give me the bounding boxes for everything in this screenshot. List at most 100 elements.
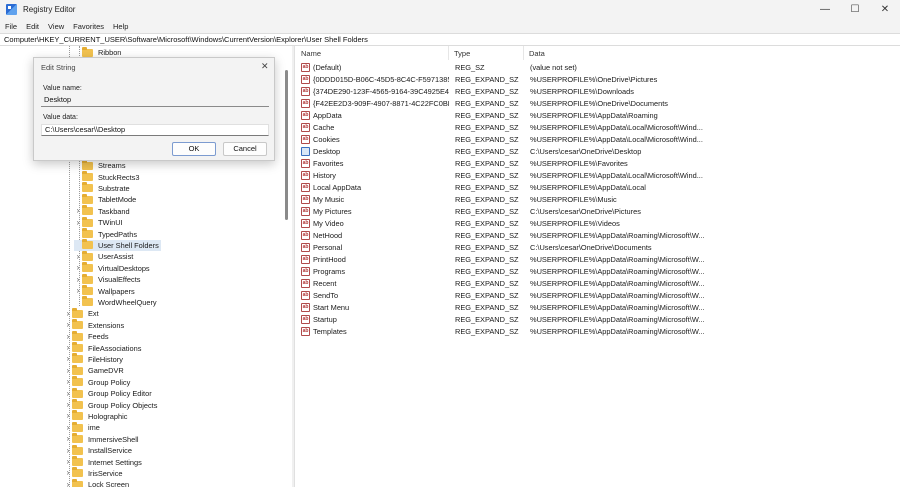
column-type-header[interactable]: Type	[449, 46, 524, 60]
tree-item[interactable]: › TWinUI	[74, 216, 125, 228]
chevron-right-icon[interactable]: ›	[64, 378, 72, 386]
value-row[interactable]: Startup REG_EXPAND_SZ %USERPROFILE%\AppDat…	[296, 313, 900, 325]
menu-view[interactable]: View	[48, 22, 64, 31]
value-row[interactable]: {374DE290-123F-4565-9164-39C4925E46... RE…	[296, 85, 900, 97]
value-row[interactable]: Favorites REG_EXPAND_SZ %USERPROFILE%\Favo…	[296, 157, 900, 169]
tree-item[interactable]: › Ext	[64, 307, 101, 319]
chevron-right-icon[interactable]: ›	[74, 218, 82, 227]
values-list[interactable]: Name Type Data (Default) REG_SZ (value not…	[296, 46, 900, 487]
tree-item[interactable]: › FileAssociations	[64, 342, 143, 353]
value-row[interactable]: My Video REG_EXPAND_SZ %USERPROFILE%\Video…	[296, 217, 900, 229]
chevron-right-icon[interactable]: ›	[74, 207, 82, 215]
value-name: PrintHood	[313, 254, 346, 264]
tree-item[interactable]: › Internet Settings	[64, 456, 144, 467]
tree-item[interactable]: › FileHistory	[64, 353, 125, 365]
close-button[interactable]: ✕	[870, 0, 900, 19]
value-row[interactable]: Cookies REG_EXPAND_SZ %USERPROFILE%\AppDat…	[296, 133, 900, 145]
value-row[interactable]: History REG_EXPAND_SZ %USERPROFILE%\AppDat…	[296, 169, 900, 181]
value-row[interactable]: Start Menu REG_EXPAND_SZ %USERPROFILE%\App…	[296, 301, 900, 313]
chevron-right-icon[interactable]: ›	[64, 309, 72, 318]
tree-item[interactable]: › Feeds	[64, 330, 111, 342]
tree-item-label: GameDVR	[88, 366, 124, 376]
value-row[interactable]: NetHood REG_EXPAND_SZ %USERPROFILE%\AppDat…	[296, 229, 900, 241]
value-row[interactable]: Desktop REG_EXPAND_SZ C:\Users\cesar\OneDr…	[296, 145, 900, 157]
chevron-right-icon[interactable]: ›	[74, 264, 82, 272]
chevron-right-icon[interactable]: ›	[74, 287, 82, 295]
chevron-right-icon[interactable]: ›	[64, 366, 72, 375]
value-type: REG_EXPAND_SZ	[455, 134, 519, 144]
value-data-input[interactable]: C:\Users\cesar\\Desktop	[41, 124, 269, 136]
tree-item[interactable]: › VisualEffects	[74, 273, 142, 285]
tree-item[interactable]: › Lock Screen	[64, 478, 131, 487]
value-row[interactable]: AppData REG_EXPAND_SZ %USERPROFILE%\AppDat…	[296, 109, 900, 121]
tree-item[interactable]: › Holographic	[64, 410, 129, 422]
tree-item[interactable]: Substrate	[74, 182, 132, 194]
tree-item[interactable]: User Shell Folders	[74, 239, 161, 252]
chevron-right-icon[interactable]: ›	[64, 321, 72, 329]
value-row[interactable]: My Pictures REG_EXPAND_SZ C:\Users\cesar\O…	[296, 205, 900, 217]
value-row[interactable]: SendTo REG_EXPAND_SZ %USERPROFILE%\AppData…	[296, 289, 900, 301]
menu-file[interactable]: File	[5, 22, 17, 31]
dialog-close-icon[interactable]: ✕	[261, 61, 269, 72]
value-name: Start Menu	[313, 302, 350, 312]
cancel-button[interactable]: Cancel	[223, 142, 267, 156]
tree-item[interactable]: › Extensions	[64, 319, 126, 331]
value-row[interactable]: Local AppData REG_EXPAND_SZ %USERPROFILE%\…	[296, 181, 900, 193]
minimize-button[interactable]: —	[810, 0, 840, 19]
chevron-right-icon[interactable]: ›	[64, 389, 72, 398]
tree-item[interactable]: › InstallService	[64, 444, 134, 456]
chevron-right-icon[interactable]: ›	[64, 435, 72, 443]
tree-item[interactable]: › IrisService	[64, 467, 125, 479]
column-data-header[interactable]: Data	[524, 46, 706, 60]
chevron-right-icon[interactable]: ›	[74, 275, 82, 284]
folder-icon	[72, 421, 83, 432]
tree-item[interactable]: › UserAssist	[74, 250, 135, 262]
value-row[interactable]: Cache REG_EXPAND_SZ %USERPROFILE%\AppData\…	[296, 121, 900, 133]
value-row[interactable]: {F42EE2D3-909F-4907-8871-4C22FC0BF... REG…	[296, 97, 900, 109]
value-row[interactable]: My Music REG_EXPAND_SZ %USERPROFILE%\Music	[296, 193, 900, 205]
column-name-header[interactable]: Name	[296, 46, 449, 60]
tree-item[interactable]: › Taskband	[74, 205, 132, 217]
chevron-right-icon[interactable]: ›	[64, 458, 72, 466]
menu-favorites[interactable]: Favorites	[73, 22, 104, 31]
address-bar[interactable]: Computer\HKEY_CURRENT_USER\Software\Micr…	[0, 33, 900, 46]
value-row[interactable]: Recent REG_EXPAND_SZ %USERPROFILE%\AppData…	[296, 277, 900, 289]
chevron-right-icon[interactable]: ›	[64, 469, 72, 477]
folder-icon	[72, 364, 83, 375]
chevron-right-icon[interactable]: ›	[74, 252, 82, 261]
value-row[interactable]: Personal REG_EXPAND_SZ C:\Users\cesar\OneD…	[296, 241, 900, 253]
ok-button[interactable]: OK	[172, 142, 216, 156]
chevron-right-icon[interactable]: ›	[64, 412, 72, 420]
chevron-right-icon[interactable]: ›	[64, 344, 72, 352]
chevron-right-icon[interactable]: ›	[64, 332, 72, 341]
tree-item[interactable]: › ImmersiveShell	[64, 433, 141, 445]
tree-item[interactable]: TabletMode	[74, 193, 138, 205]
pane-splitter[interactable]	[292, 46, 295, 487]
menu-help[interactable]: Help	[113, 22, 128, 31]
chevron-right-icon[interactable]: ›	[64, 423, 72, 432]
tree-item[interactable]: Streams	[74, 159, 128, 171]
tree-scrollbar[interactable]	[285, 70, 288, 220]
tree-item[interactable]: › ime	[64, 421, 102, 433]
tree-item[interactable]: StuckRects3	[74, 171, 142, 182]
chevron-right-icon[interactable]: ›	[64, 480, 72, 487]
value-row[interactable]: Programs REG_EXPAND_SZ %USERPROFILE%\AppDa…	[296, 265, 900, 277]
chevron-right-icon[interactable]: ›	[64, 401, 72, 409]
maximize-button[interactable]: ☐	[840, 0, 870, 19]
tree-item[interactable]: TypedPaths	[74, 228, 139, 239]
tree-item[interactable]: › VirtualDesktops	[74, 262, 152, 274]
folder-icon	[82, 285, 93, 296]
tree-item[interactable]: WordWheelQuery	[74, 296, 159, 308]
value-row[interactable]: {0DDD015D-B06C-45D5-8C4C-F59713854... REG…	[296, 73, 900, 85]
chevron-right-icon[interactable]: ›	[64, 446, 72, 455]
value-row[interactable]: PrintHood REG_EXPAND_SZ %USERPROFILE%\AppD…	[296, 253, 900, 265]
chevron-right-icon[interactable]: ›	[64, 355, 72, 363]
value-row[interactable]: Templates REG_EXPAND_SZ %USERPROFILE%\AppD…	[296, 325, 900, 337]
tree-item[interactable]: › Group Policy Editor	[64, 387, 154, 399]
tree-item[interactable]: › Group Policy Objects	[64, 399, 159, 410]
tree-item[interactable]: › Wallpapers	[74, 285, 137, 296]
value-row[interactable]: (Default) REG_SZ (value not set)	[296, 61, 900, 73]
tree-item[interactable]: › Group Policy	[64, 376, 132, 388]
menu-edit[interactable]: Edit	[26, 22, 39, 31]
tree-item[interactable]: › GameDVR	[64, 364, 126, 376]
